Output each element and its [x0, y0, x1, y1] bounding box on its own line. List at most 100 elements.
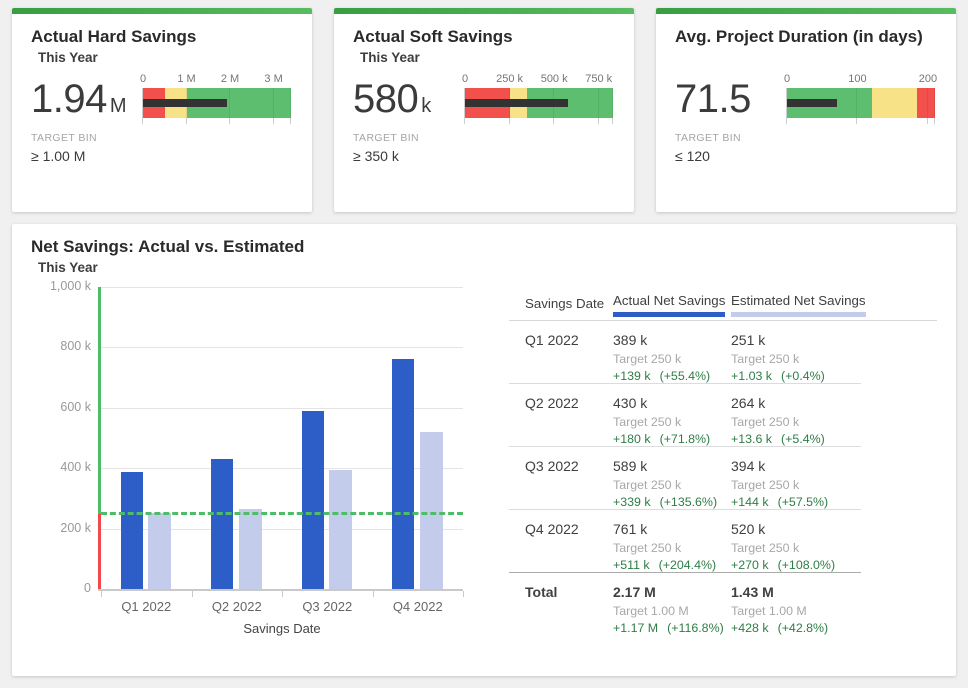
kpi-value-suffix: M — [110, 95, 127, 117]
target-bin-value: ≥ 350 k — [353, 148, 615, 164]
delta-percent: (+204.4%) — [659, 558, 717, 572]
bullet-tick-label: 2 M — [221, 73, 239, 85]
cell-target: Target 250 k — [731, 478, 937, 492]
bullet-bar — [465, 88, 613, 118]
delta-value: +270 k — [731, 558, 769, 572]
bullet-tick-label: 250 k — [496, 73, 523, 85]
kpi-value-number: 580 — [353, 77, 418, 121]
kpi-subtitle: This Year — [38, 50, 293, 66]
cell-delta: +139 k (+55.4%) — [613, 369, 731, 383]
cell-target: Target 250 k — [613, 415, 731, 429]
kpi-card-actual-soft-savings: Actual Soft Savings This Year 580k 0250 … — [334, 8, 634, 212]
bullet-axis-tickline — [934, 88, 935, 118]
cell-value: 264 k — [731, 395, 937, 411]
column-header-estimated-net-savings: Estimated Net Savings — [731, 293, 937, 320]
delta-value: +144 k — [731, 495, 769, 509]
bullet-axis-tickline — [273, 88, 274, 118]
y-axis-tick-label: 1,000 k — [31, 279, 91, 293]
x-axis-tick — [192, 591, 193, 597]
cell-savings-date: Q3 2022 — [509, 458, 613, 510]
bullet-measure-bar — [465, 99, 568, 107]
x-axis-category-label: Q1 2022 — [101, 599, 191, 614]
target-bin-label: TARGET BIN — [31, 132, 293, 144]
kpi-body: Actual Hard Savings This Year 1.94M 01 M… — [12, 14, 312, 164]
bullet-tick-label: 0 — [462, 73, 468, 85]
x-axis-tick — [101, 591, 102, 597]
kpi-subtitle: This Year — [360, 50, 615, 66]
cell-actual-net-savings: 389 kTarget 250 k+139 k(+55.4%) — [613, 332, 731, 384]
bar-actual-q2-2022[interactable] — [211, 459, 233, 589]
net-savings-bar-chart: 0200 k400 k600 k800 k1,000 kQ1 2022Q2 20… — [31, 277, 495, 649]
bar-actual-q3-2022[interactable] — [302, 411, 324, 589]
net-savings-card: Net Savings: Actual vs. Estimated This Y… — [12, 224, 956, 676]
bar-actual-q1-2022[interactable] — [121, 472, 143, 589]
delta-percent: (+42.8%) — [778, 621, 829, 635]
target-line — [101, 512, 463, 515]
column-header-label: Actual Net Savings — [613, 293, 725, 308]
bullet-bar — [787, 88, 935, 118]
cell-target: Target 250 k — [731, 541, 937, 555]
y-axis-tick-label: 0 — [31, 581, 91, 595]
table-row-q4-2022[interactable]: Q4 2022761 kTarget 250 k+511 k(+204.4%)5… — [509, 510, 937, 573]
cell-actual-net-savings: 430 kTarget 250 k+180 k(+71.8%) — [613, 395, 731, 447]
bullet-tick-label: 1 M — [177, 73, 195, 85]
cell-estimated-net-savings: 251 kTarget 250 k+1.03 k(+0.4%) — [731, 332, 937, 384]
cell-total-estimated: 1.43 MTarget 1.00 M+428 k(+42.8%) — [731, 584, 937, 636]
gridline — [101, 347, 463, 348]
bullet-tick-label: 750 k — [585, 73, 612, 85]
table-row-q3-2022[interactable]: Q3 2022589 kTarget 250 k+339 k(+135.6%)3… — [509, 447, 937, 510]
x-axis-category-label: Q4 2022 — [373, 599, 463, 614]
delta-value: +1.17 M — [613, 621, 658, 635]
bar-estimated-q4-2022[interactable] — [420, 432, 443, 589]
target-bin-label: TARGET BIN — [353, 132, 615, 144]
chart-title: Net Savings: Actual vs. Estimated — [31, 237, 937, 257]
cell-target: Target 250 k — [731, 415, 937, 429]
bullet-measure-bar — [143, 99, 227, 107]
bullet-measure-bar — [787, 99, 837, 107]
cell-value: 2.17 M — [613, 584, 731, 600]
cell-total-actual: 2.17 MTarget 1.00 M+1.17 M(+116.8%) — [613, 584, 731, 636]
cell-delta: +144 k(+57.5%) — [731, 495, 937, 509]
delta-percent: (+5.4%) — [781, 432, 825, 446]
cell-delta: +339 k(+135.6%) — [613, 495, 731, 509]
bar-estimated-q1-2022[interactable] — [148, 513, 171, 589]
cell-target: Target 1.00 M — [613, 604, 731, 618]
bullet-tick-label: 100 — [848, 73, 866, 85]
kpi-main: 1.94M 01 M2 M3 M — [31, 73, 293, 118]
kpi-card-actual-hard-savings: Actual Hard Savings This Year 1.94M 01 M… — [12, 8, 312, 212]
table-row-total[interactable]: Total2.17 MTarget 1.00 M+1.17 M(+116.8%)… — [509, 573, 937, 636]
series-color-bar — [613, 312, 725, 317]
bar-estimated-q3-2022[interactable] — [329, 470, 352, 589]
bullet-chart: 01 M2 M3 M — [143, 73, 291, 118]
bullet-axis-tickline — [856, 88, 857, 118]
delta-percent: (+55.4%) — [660, 369, 711, 383]
delta-value: +1.03 k — [731, 369, 772, 383]
target-bin-value: ≥ 1.00 M — [31, 148, 293, 164]
cell-delta: +13.6 k(+5.4%) — [731, 432, 937, 446]
bar-estimated-q2-2022[interactable] — [239, 509, 262, 589]
x-axis-tick — [373, 591, 374, 597]
kpi-title: Avg. Project Duration (in days) — [675, 27, 937, 47]
kpi-subtitle — [682, 50, 937, 66]
kpi-value: 580k — [353, 81, 431, 118]
cell-estimated-net-savings: 394 kTarget 250 k+144 k(+57.5%) — [731, 458, 937, 510]
cell-value: 430 k — [613, 395, 731, 411]
bullet-bar — [143, 88, 291, 118]
cell-value: 520 k — [731, 521, 937, 537]
kpi-main: 71.5 0100200 — [675, 73, 937, 118]
delta-value: +139 k — [613, 369, 651, 383]
bullet-tick-labels: 0100200 — [787, 73, 935, 88]
kpi-target-bin: TARGET BIN ≥ 1.00 M — [31, 132, 293, 164]
cell-total-label: Total — [509, 584, 613, 636]
bar-actual-q4-2022[interactable] — [392, 359, 414, 589]
bullet-axis-tickline — [229, 88, 230, 118]
cell-delta: +428 k(+42.8%) — [731, 621, 937, 635]
table-row-q1-2022[interactable]: Q1 2022389 kTarget 250 k+139 k(+55.4%)25… — [509, 321, 937, 384]
table-row-q2-2022[interactable]: Q2 2022430 kTarget 250 k+180 k(+71.8%)26… — [509, 384, 937, 447]
bullet-tick-label: 500 k — [541, 73, 568, 85]
bullet-tick-label: 3 M — [264, 73, 282, 85]
y-axis-tick-label: 600 k — [31, 400, 91, 414]
y-axis-tick-label: 800 k — [31, 339, 91, 353]
kpi-card-avg-project-duration: Avg. Project Duration (in days) 71.5 010… — [656, 8, 956, 212]
delta-percent: (+108.0%) — [778, 558, 836, 572]
